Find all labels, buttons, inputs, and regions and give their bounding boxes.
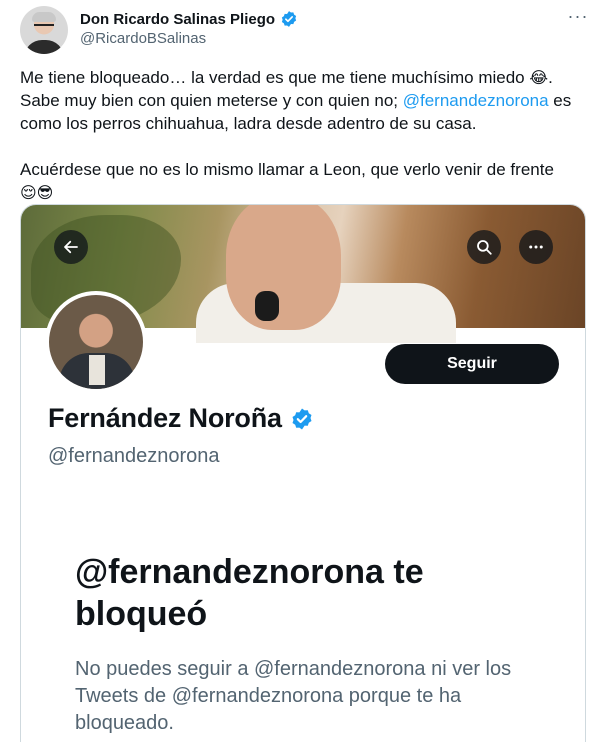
verified-badge-icon <box>281 11 297 27</box>
profile-name-row: Fernández Noroña <box>48 403 314 434</box>
author-avatar[interactable] <box>20 6 68 54</box>
blocked-title: @fernandeznorona te bloqueó <box>75 553 424 633</box>
follow-button[interactable]: Seguir <box>385 344 559 384</box>
more-horizontal-icon <box>529 245 543 249</box>
blocked-description: No puedes seguir a @fernandeznorona ni v… <box>75 658 512 734</box>
tweet-text-line1-end: . <box>548 68 553 87</box>
profile-avatar[interactable] <box>45 291 147 393</box>
more-options-icon[interactable]: ··· <box>566 7 590 28</box>
verified-badge-icon <box>292 408 312 429</box>
relieved-sunglasses-emoji: 😌😎 <box>20 183 54 202</box>
tweet-text-line2-start: Sabe muy bien con quien meterse y con qu… <box>20 91 403 110</box>
author-name-row: Don Ricardo Salinas Pliego <box>80 9 298 29</box>
tweet-paragraph-2: Acuérdese que no es lo mismo llamar a Le… <box>20 158 585 204</box>
mention-link[interactable]: @fernandeznorona <box>403 91 549 110</box>
profile-handle: @fernandeznorona <box>48 445 220 467</box>
attached-screenshot[interactable]: Seguir Fernández Noroña @fernandeznorona… <box>20 204 586 742</box>
laughing-emoji: 😂 <box>529 68 549 87</box>
tweet-text-line1: Me tiene bloqueado… la verdad es que me … <box>20 68 530 87</box>
tweet-text-line3: Acuérdese que no es lo mismo llamar a Le… <box>20 160 554 179</box>
more-button[interactable] <box>519 230 553 264</box>
author-handle[interactable]: @RicardoBSalinas <box>80 30 206 47</box>
tweet: Don Ricardo Salinas Pliego @RicardoBSali… <box>0 0 602 742</box>
search-icon <box>477 240 492 255</box>
tweet-text: Me tiene bloqueado… la verdad es que me … <box>20 66 585 204</box>
tweet-paragraph-1: Me tiene bloqueado… la verdad es que me … <box>20 66 585 135</box>
back-button[interactable] <box>54 230 88 264</box>
search-button[interactable] <box>467 230 501 264</box>
profile-name: Fernández Noroña <box>48 403 282 433</box>
author-display-name[interactable]: Don Ricardo Salinas Pliego <box>80 11 275 28</box>
arrow-left-icon <box>64 240 78 254</box>
